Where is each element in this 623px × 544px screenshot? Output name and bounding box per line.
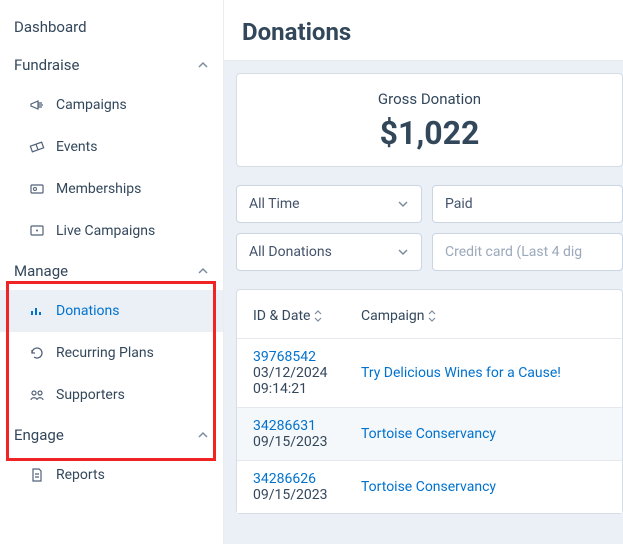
- summary-value: $1,022: [237, 114, 622, 152]
- sidebar-item-dashboard[interactable]: Dashboard: [0, 8, 223, 46]
- filter-type-select[interactable]: All Donations: [236, 233, 422, 271]
- table-row[interactable]: 34286626 09/15/2023 Tortoise Conservancy: [237, 460, 622, 513]
- sidebar-fundraise-label: Fundraise: [14, 56, 197, 74]
- filter-status-value: Paid: [445, 196, 610, 212]
- main-header: Donations: [224, 0, 623, 61]
- screen-icon: [28, 222, 46, 240]
- campaign-link[interactable]: Tortoise Conservancy: [361, 426, 496, 442]
- document-icon: [28, 466, 46, 484]
- summary-card: Gross Donation $1,022: [236, 73, 623, 167]
- filter-type-value: All Donations: [249, 244, 397, 260]
- filter-time-select[interactable]: All Time: [236, 185, 422, 223]
- donation-id-link[interactable]: 34286626: [253, 471, 361, 487]
- search-placeholder: Credit card (Last 4 dig: [445, 244, 582, 260]
- sidebar-engage-label: Engage: [14, 426, 197, 444]
- donation-id-link[interactable]: 39768542: [253, 349, 361, 365]
- filter-status-select[interactable]: Paid: [432, 185, 623, 223]
- sidebar-item-events[interactable]: Events: [0, 126, 223, 168]
- sidebar-item-label: Reports: [56, 467, 105, 483]
- filters-row: All Time Paid All Donations Credit card …: [236, 185, 623, 271]
- bar-chart-icon: [28, 302, 46, 320]
- sidebar-item-label: Campaigns: [56, 97, 127, 113]
- sidebar-manage-label: Manage: [14, 262, 197, 280]
- cell-id-date: 39768542 03/12/2024 09:14:21: [253, 349, 361, 397]
- campaign-link[interactable]: Tortoise Conservancy: [361, 479, 496, 495]
- cell-id-date: 34286631 09/15/2023: [253, 418, 361, 450]
- sidebar-item-campaigns[interactable]: Campaigns: [0, 84, 223, 126]
- sidebar-section-engage[interactable]: Engage: [0, 416, 223, 454]
- table-header: ID & Date Campaign: [237, 290, 622, 338]
- sidebar-item-label: Donations: [56, 303, 119, 319]
- page-title: Donations: [242, 18, 613, 46]
- table-row[interactable]: 34286631 09/15/2023 Tortoise Conservancy: [237, 407, 622, 460]
- sidebar-item-label: Supporters: [56, 387, 125, 403]
- chevron-up-icon: [197, 429, 209, 441]
- donations-table: ID & Date Campaign 39768542 03/12/2024 0…: [236, 289, 623, 514]
- sidebar-item-label: Recurring Plans: [56, 345, 154, 361]
- sidebar: Dashboard Fundraise Campaigns Events Mem…: [0, 0, 224, 544]
- people-icon: [28, 386, 46, 404]
- summary-label: Gross Donation: [237, 90, 622, 108]
- sidebar-item-recurring-plans[interactable]: Recurring Plans: [0, 332, 223, 374]
- chevron-down-icon: [397, 198, 409, 210]
- col-campaign[interactable]: Campaign: [361, 308, 606, 324]
- campaign-link[interactable]: Try Delicious Wines for a Cause!: [361, 365, 561, 381]
- search-input[interactable]: Credit card (Last 4 dig: [432, 233, 623, 271]
- cell-id-date: 34286626 09/15/2023: [253, 471, 361, 503]
- sort-icon: [314, 310, 322, 322]
- filter-time-value: All Time: [249, 196, 397, 212]
- sidebar-section-manage[interactable]: Manage: [0, 252, 223, 290]
- sidebar-item-label: Memberships: [56, 181, 141, 197]
- sidebar-item-memberships[interactable]: Memberships: [0, 168, 223, 210]
- megaphone-icon: [28, 96, 46, 114]
- sidebar-item-supporters[interactable]: Supporters: [0, 374, 223, 416]
- sidebar-section-fundraise[interactable]: Fundraise: [0, 46, 223, 84]
- sidebar-dashboard-label: Dashboard: [14, 18, 209, 36]
- cell-campaign: Tortoise Conservancy: [361, 426, 606, 442]
- ticket-icon: [28, 138, 46, 156]
- sidebar-item-label: Live Campaigns: [56, 223, 155, 239]
- chevron-up-icon: [197, 59, 209, 71]
- cell-campaign: Try Delicious Wines for a Cause!: [361, 365, 606, 381]
- sidebar-item-reports[interactable]: Reports: [0, 454, 223, 496]
- donation-time: 09:14:21: [253, 381, 361, 397]
- col-id-date[interactable]: ID & Date: [253, 308, 361, 324]
- sort-icon: [428, 310, 436, 322]
- card-icon: [28, 180, 46, 198]
- donation-id-link[interactable]: 34286631: [253, 418, 361, 434]
- sidebar-item-live-campaigns[interactable]: Live Campaigns: [0, 210, 223, 252]
- chevron-down-icon: [397, 246, 409, 258]
- donation-date: 09/15/2023: [253, 434, 361, 450]
- refresh-icon: [28, 344, 46, 362]
- sidebar-item-donations[interactable]: Donations: [0, 290, 223, 332]
- cell-campaign: Tortoise Conservancy: [361, 479, 606, 495]
- sidebar-item-label: Events: [56, 139, 97, 155]
- donation-date: 09/15/2023: [253, 487, 361, 503]
- chevron-up-icon: [197, 265, 209, 277]
- main-content: Donations Gross Donation $1,022 All Time…: [224, 0, 623, 544]
- donation-date: 03/12/2024: [253, 365, 361, 381]
- table-row[interactable]: 39768542 03/12/2024 09:14:21 Try Delicio…: [237, 338, 622, 407]
